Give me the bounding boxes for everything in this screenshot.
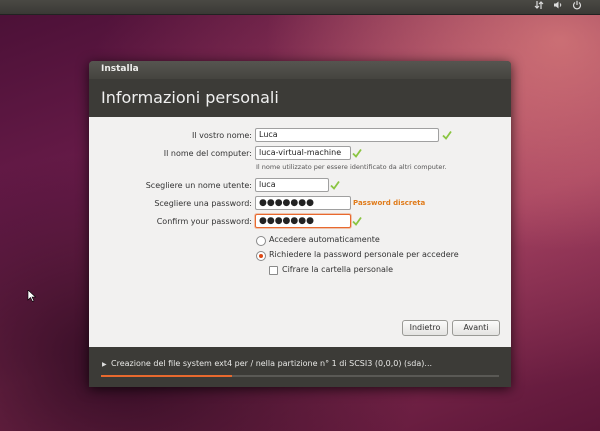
encrypt-home-label: Cifrare la cartella personale — [282, 265, 394, 274]
back-button[interactable]: Indietro — [402, 320, 448, 336]
mouse-pointer-icon — [27, 290, 37, 302]
computer-name-valid-checkmark-icon — [352, 148, 362, 158]
power-icon[interactable] — [570, 0, 584, 14]
confirm-valid-checkmark-icon — [352, 216, 362, 226]
password-field[interactable]: ●●●●●●● — [255, 196, 351, 210]
auto-login-label: Accedere automaticamente — [269, 235, 380, 244]
status-footer: ▶ Creazione del file system ext4 per / n… — [89, 347, 511, 387]
top-panel — [0, 0, 600, 15]
window-title: Installa — [101, 64, 139, 74]
page-title: Informazioni personali — [101, 88, 279, 107]
progress-bar-fill — [101, 375, 233, 377]
network-icon[interactable] — [532, 0, 546, 14]
password-strength-label: Password discreta — [353, 199, 426, 207]
password-label: Scegliere una password: — [154, 199, 252, 208]
confirm-password-label: Confirm your password: — [156, 217, 252, 226]
auto-login-radio[interactable] — [256, 236, 266, 246]
computer-name-field[interactable]: luca-virtual-machine — [255, 146, 351, 160]
computer-name-hint: Il nome utilizzato per essere identifica… — [256, 163, 447, 171]
form-area: Il vostro nome: Luca Il nome del compute… — [89, 117, 511, 347]
name-field[interactable]: Luca — [255, 128, 439, 142]
forward-button[interactable]: Avanti — [452, 320, 500, 336]
require-password-label: Richiedere la password personale per acc… — [269, 250, 459, 259]
username-label: Scegliere un nome utente: — [145, 181, 252, 190]
status-text: Creazione del file system ext4 per / nel… — [111, 359, 433, 368]
page-header: Informazioni personali — [89, 79, 511, 117]
expander-arrow-icon[interactable]: ▶ — [102, 361, 107, 368]
name-valid-checkmark-icon — [442, 130, 452, 140]
installer-window: Installa Informazioni personali Il vostr… — [89, 61, 511, 387]
require-password-radio[interactable] — [256, 251, 266, 261]
confirm-password-field[interactable]: ●●●●●●● — [255, 214, 351, 228]
volume-icon[interactable] — [551, 0, 565, 14]
window-titlebar[interactable]: Installa — [89, 61, 511, 79]
name-label: Il vostro nome: — [192, 131, 252, 140]
desktop-background: Installa Informazioni personali Il vostr… — [0, 0, 600, 431]
computer-name-label: Il nome del computer: — [163, 149, 252, 158]
username-valid-checkmark-icon — [330, 180, 340, 190]
encrypt-home-checkbox[interactable] — [269, 266, 278, 275]
username-field[interactable]: luca — [255, 178, 329, 192]
progress-bar — [101, 375, 499, 377]
